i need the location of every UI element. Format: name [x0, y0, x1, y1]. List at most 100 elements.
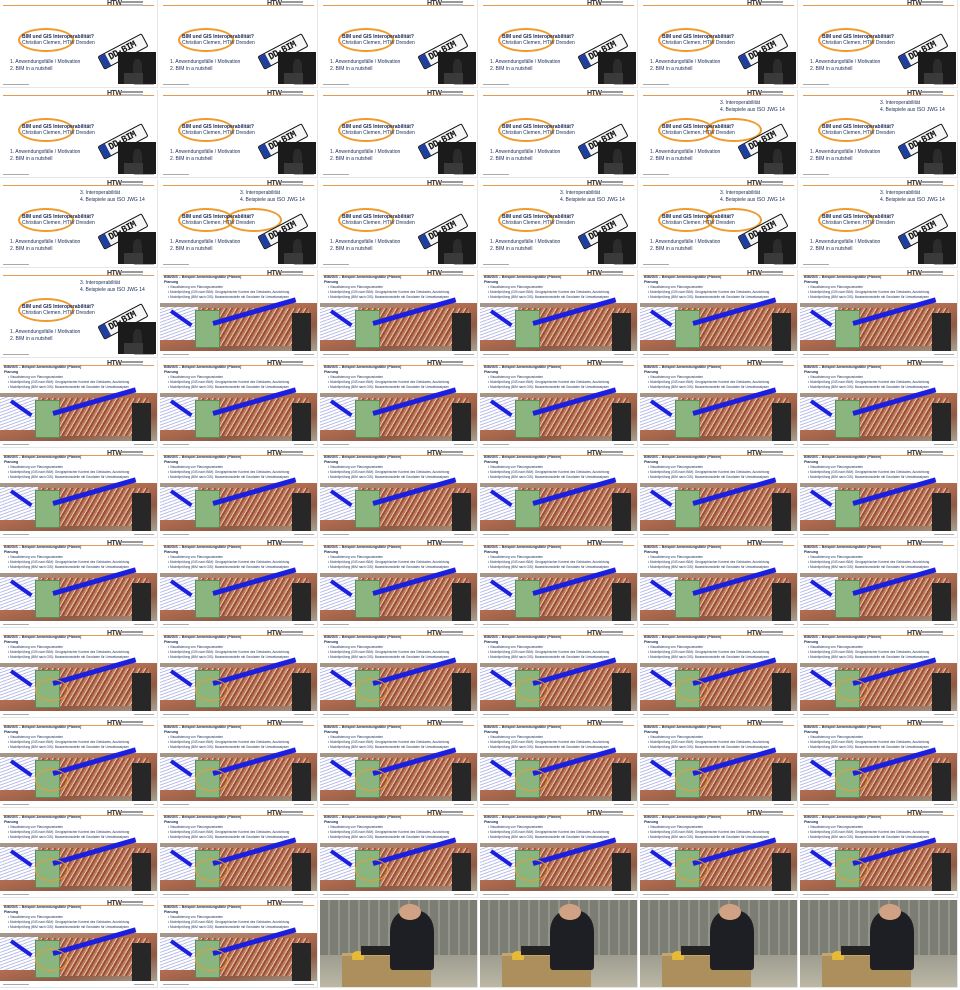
- bullet-item: • Modellprüfung (GIS nach BIM): Geograph…: [488, 830, 610, 834]
- logo-mark: HTW: [747, 90, 762, 97]
- slide-footer: [803, 622, 954, 625]
- htw-logo: HTW: [907, 630, 947, 639]
- agenda-list: 1. Anwendungsfälle / Motivation 2. BIM in…: [330, 149, 400, 163]
- logo-subtext: [601, 631, 623, 633]
- speaker-video-inset: [451, 582, 471, 621]
- slide-author: Christian Clemen, HTW Dresden: [502, 130, 575, 136]
- agenda-item: 4. Beispiele aus ISO JWG 14: [880, 107, 945, 113]
- htw-logo: HTW: [267, 540, 307, 549]
- logo-mark: HTW: [587, 360, 602, 367]
- bullet-item: • Modellprüfung (GIS nach BIM): Geograph…: [328, 830, 450, 834]
- bullet-item: • Modellprüfung (GIS nach BIM): Geograph…: [808, 290, 930, 294]
- htw-logo: HTW: [427, 540, 467, 549]
- bullet-item: • Modellprüfung (GIS nach BIM): Geograph…: [168, 740, 290, 744]
- footer-left-text: [643, 894, 669, 895]
- city-model-figure: [640, 657, 797, 711]
- city-model-figure: [640, 297, 797, 351]
- frame-thumbnail: [480, 900, 638, 988]
- footer-right-text: [614, 534, 634, 535]
- footer-right-text: [774, 534, 794, 535]
- agenda-item: 4. Beispiele aus ISO JWG 14: [560, 197, 625, 203]
- frame-thumbnail: HTW BIM/GIS – Beispiel Anwendungsfälle (P…: [320, 540, 478, 628]
- bullet-item: • Modellprüfung (GIS nach BIM): Geograph…: [8, 740, 130, 744]
- speaker-video-inset: [931, 852, 951, 891]
- speaker-video-inset: [278, 52, 316, 84]
- logo-subtext: [121, 811, 143, 813]
- footer-right-text: [774, 804, 794, 805]
- bullet-item: • Modellprüfung (BIM nach GIS): Bauwerks…: [808, 835, 929, 839]
- slide-header: BIM/GIS – Beispiel Anwendungsfälle (Plan…: [484, 635, 562, 639]
- bullet-item: • Modellprüfung (BIM nach GIS): Bauwerks…: [168, 385, 289, 389]
- speaker-video-inset: [598, 232, 636, 264]
- htw-logo: HTW: [427, 630, 467, 639]
- footer-left-text: [163, 534, 189, 535]
- footer-right-text: [454, 534, 474, 535]
- lectern: [923, 72, 943, 84]
- building-footprint: [834, 309, 861, 349]
- bullet-item: • Modellprüfung (BIM nach GIS): Bauwerks…: [648, 835, 769, 839]
- slide-footer: [483, 442, 634, 445]
- bullet-item: • Modellprüfung (BIM nach GIS): Bauwerks…: [808, 385, 929, 389]
- slide-header: BIM/GIS – Beispiel Anwendungsfälle (Plan…: [324, 725, 402, 729]
- htw-logo: HTW: [267, 900, 307, 909]
- htw-logo: HTW: [427, 180, 467, 189]
- slide-section-title: Planung: [164, 640, 179, 644]
- slide-section-title: Planung: [4, 640, 19, 644]
- highlight-ring: [194, 949, 228, 971]
- highlight-ring: [834, 679, 868, 701]
- logo-subtext: [761, 451, 783, 453]
- lectern: [443, 162, 463, 174]
- agenda-item: 4. Beispiele aus ISO JWG 14: [720, 197, 785, 203]
- slide-header: BIM/GIS – Beispiel Anwendungsfälle (Plan…: [164, 635, 242, 639]
- slide-footer: [483, 532, 634, 535]
- building-footprint: [514, 579, 541, 619]
- logo-subtext: [281, 181, 303, 183]
- footer-right-text: [614, 354, 634, 355]
- slide-header: BIM/GIS – Beispiel Anwendungsfälle (Plan…: [324, 635, 402, 639]
- footer-left-text: [163, 804, 189, 805]
- bullet-item: • Modellprüfung (GIS nach BIM): Geograph…: [808, 560, 930, 564]
- bullet-item: • Visualisierung von Planungsvarianten: [488, 465, 544, 469]
- highlight-ring: [34, 679, 68, 701]
- logo-mark: HTW: [747, 630, 762, 637]
- logo-mark: HTW: [907, 810, 922, 817]
- city-model-figure: [0, 567, 157, 621]
- city-model-figure: [0, 927, 157, 981]
- footer-left-text: [3, 354, 29, 355]
- slide-footer: [3, 892, 154, 895]
- highlight-ring: [514, 679, 548, 701]
- slide-footer: [323, 712, 474, 715]
- city-model-figure: [800, 837, 957, 891]
- slide-header: BIM/GIS – Beispiel Anwendungsfälle (Plan…: [4, 905, 82, 909]
- agenda-item: 1. Anwendungsfälle / Motivation: [10, 59, 81, 65]
- footer-right-text: [134, 624, 154, 625]
- bullet-item: • Modellprüfung (GIS nach BIM): Geograph…: [8, 650, 130, 654]
- footer-right-text: [934, 354, 954, 355]
- footer-left-text: [643, 444, 669, 445]
- footer-right-text: [774, 624, 794, 625]
- logo-subtext: [121, 721, 143, 723]
- bullet-item: • Modellprüfung (BIM nach GIS): Bauwerks…: [8, 385, 129, 389]
- slide-footer: [323, 802, 474, 805]
- bullet-item: • Visualisierung von Planungsvarianten: [168, 555, 224, 559]
- footer-left-text: [163, 84, 189, 85]
- frame-thumbnail: HTW BIM/GIS – Beispiel Anwendungsfälle (P…: [0, 630, 158, 718]
- bullet-item: • Visualisierung von Planungsvarianten: [648, 375, 704, 379]
- city-model-figure: [160, 927, 317, 981]
- agenda-item: 3. Interoperabilität: [880, 190, 921, 196]
- city-model-figure: [320, 297, 477, 351]
- agenda-list: 1. Anwendungsfälle / Motivation 2. BIM in…: [650, 59, 720, 73]
- logo-mark: HTW: [427, 720, 442, 727]
- bullet-item: • Visualisierung von Planungsvarianten: [8, 465, 64, 469]
- slide-header: BIM/GIS – Beispiel Anwendungsfälle (Plan…: [4, 455, 82, 459]
- laptop: [361, 945, 390, 955]
- frame-thumbnail: HTW BIM/GIS – Beispiel Anwendungsfälle (P…: [160, 900, 318, 988]
- speaker-video-inset: [451, 852, 471, 891]
- frame-thumbnail: HTW BIM/GIS – Beispiel Anwendungsfälle (P…: [800, 360, 958, 448]
- slide-header: BIM/GIS – Beispiel Anwendungsfälle (Plan…: [644, 365, 722, 369]
- bullet-item: • Modellprüfung (BIM nach GIS): Bauwerks…: [488, 385, 609, 389]
- footer-right-text: [454, 444, 474, 445]
- footer-left-text: [483, 894, 509, 895]
- slide-section-title: Planung: [324, 550, 339, 554]
- footer-left-text: [483, 804, 509, 805]
